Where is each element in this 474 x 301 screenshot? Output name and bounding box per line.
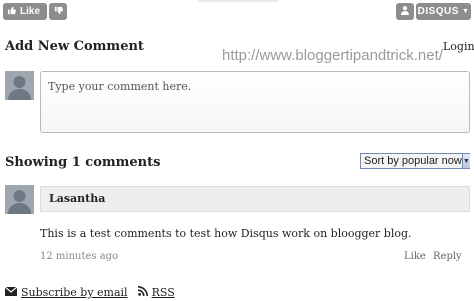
watermark-text: http://www.bloggertipandtrick.net/: [222, 47, 443, 64]
sort-select[interactable]: Sort by popular now ▼: [360, 153, 470, 169]
comments-count-title: Showing 1 comments: [5, 155, 161, 170]
comment-reply-link[interactable]: Reply: [433, 251, 462, 262]
add-comment-title: Add New Comment: [5, 39, 144, 54]
comment-author-name[interactable]: Lasantha: [49, 192, 105, 205]
login-link[interactable]: Login: [443, 40, 474, 53]
like-label: Like: [20, 6, 41, 17]
rss-icon: [137, 286, 148, 299]
disqus-label: DISQUS: [417, 6, 459, 17]
comment-like-link[interactable]: Like: [404, 251, 426, 262]
thumbs-down-icon: [54, 6, 63, 18]
default-avatar-icon: [5, 71, 34, 100]
default-avatar-icon: [5, 185, 34, 214]
chevron-down-icon[interactable]: ▼: [461, 154, 470, 168]
user-icon: [400, 5, 410, 18]
envelope-icon: [4, 286, 18, 299]
comment-timestamp[interactable]: 12 minutes ago: [40, 251, 118, 262]
account-button[interactable]: [396, 3, 414, 20]
comment-body: This is a test comments to test how Disq…: [40, 227, 412, 240]
sort-select-value: Sort by popular now: [364, 155, 462, 167]
comment-author-bar: Lasantha: [40, 186, 470, 212]
dislike-thread-button[interactable]: [49, 3, 67, 20]
subscribe-email-link[interactable]: Subscribe by email: [21, 286, 128, 299]
top-divider: [198, 0, 278, 2]
subscribe-row: Subscribe by email RSS: [4, 286, 175, 299]
chevron-down-icon: ▼: [461, 8, 470, 15]
comment-input-placeholder: Type your comment here.: [48, 80, 192, 93]
disqus-menu-button[interactable]: DISQUS ▼: [416, 3, 471, 20]
thumbs-up-icon: [7, 6, 16, 18]
rss-link[interactable]: RSS: [152, 286, 175, 299]
like-thread-button[interactable]: Like: [3, 3, 47, 20]
comment-input[interactable]: Type your comment here.: [40, 71, 470, 133]
